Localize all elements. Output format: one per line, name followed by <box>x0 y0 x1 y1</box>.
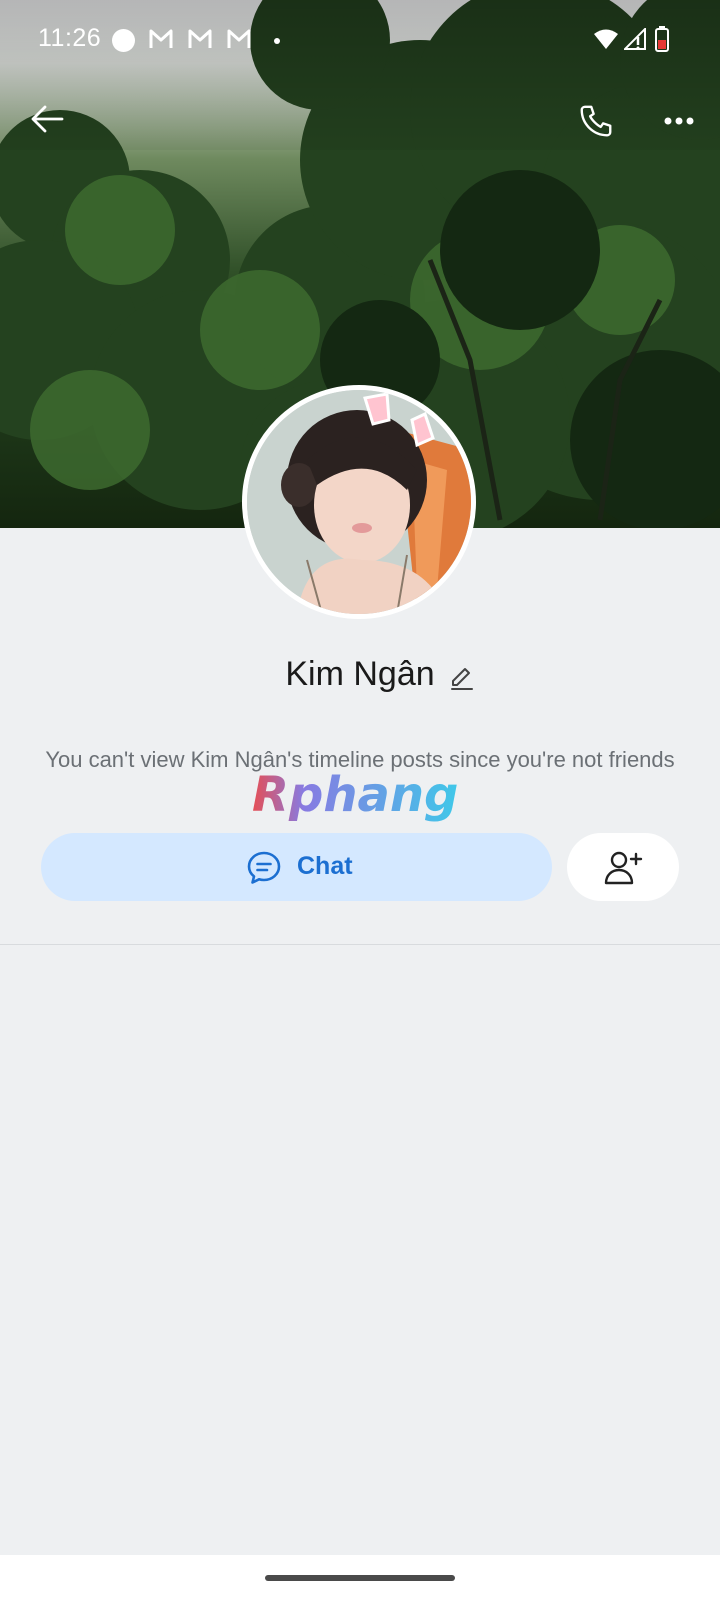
gmail-icon <box>149 29 173 48</box>
avatar-photo <box>247 390 471 614</box>
chat-bubble-icon <box>247 851 281 884</box>
gmail-icon <box>227 29 251 48</box>
status-bar: 11:26 <box>0 0 720 80</box>
battery-icon <box>655 26 669 52</box>
more-notifications-dot <box>274 38 280 44</box>
chat-button-label: Chat <box>297 852 353 880</box>
watermark-logo: Rphang <box>252 767 458 823</box>
pencil-icon[interactable] <box>448 664 476 692</box>
more-horizontal-icon[interactable] <box>664 114 694 128</box>
gmail-icon <box>188 29 212 48</box>
phone-icon[interactable] <box>577 102 615 140</box>
signal-icon <box>624 28 646 50</box>
circle-notification-icon <box>112 29 135 52</box>
add-friend-icon <box>604 851 643 885</box>
svg-text:Rphang: Rphang <box>252 767 458 823</box>
profile-avatar[interactable] <box>242 385 476 619</box>
profile-name: Kim Ngân <box>0 655 720 694</box>
section-divider <box>0 944 720 945</box>
arrow-left-icon[interactable] <box>30 104 64 134</box>
home-indicator[interactable] <box>265 1575 455 1581</box>
status-time: 11:26 <box>38 24 102 52</box>
wifi-icon <box>594 29 618 49</box>
profile-name-text: Kim Ngân <box>285 655 435 693</box>
